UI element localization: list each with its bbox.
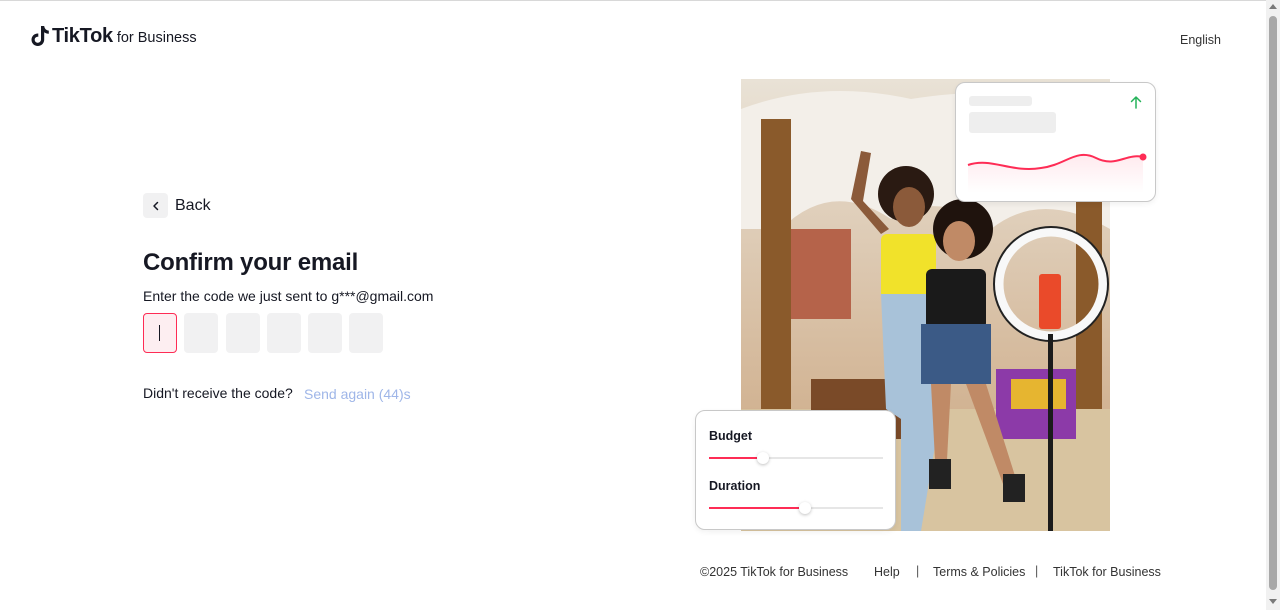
scroll-up-icon[interactable]	[1269, 4, 1277, 9]
code-digit-5[interactable]	[308, 313, 343, 353]
back-label: Back	[175, 196, 211, 214]
budget-slider-knob	[757, 452, 769, 464]
footer-separator: |	[916, 564, 920, 578]
arrow-up-icon	[1130, 96, 1142, 109]
code-digit-6[interactable]	[349, 313, 384, 353]
top-border	[0, 0, 1280, 1]
footer-link-tiktok-business[interactable]: TikTok for Business	[1053, 565, 1161, 579]
brand-sub: for Business	[116, 30, 197, 46]
send-again-link[interactable]: Send again (44)s	[304, 386, 411, 402]
budget-slider	[709, 452, 883, 464]
footer-separator: |	[1035, 564, 1039, 578]
code-digit-3[interactable]	[225, 313, 260, 353]
placeholder-bar	[969, 96, 1032, 106]
footer-link-terms[interactable]: Terms & Policies	[933, 565, 1025, 579]
duration-label: Duration	[709, 479, 761, 493]
budget-slider-fill	[709, 457, 763, 459]
footer-link-help[interactable]: Help	[874, 565, 900, 579]
page-title: Confirm your email	[143, 249, 359, 276]
budget-label: Budget	[709, 429, 753, 443]
duration-slider-knob	[799, 502, 811, 514]
budget-duration-card: Budget Duration	[695, 410, 896, 530]
chevron-left-icon	[152, 201, 158, 210]
duration-slider	[709, 502, 883, 514]
trend-card	[955, 82, 1156, 202]
tiktok-for-business-logo[interactable]: TikTok for Business	[30, 25, 197, 48]
resend-row: Didn't receive the code? Send again (44)…	[143, 385, 411, 402]
brand-name: TikTok	[52, 25, 113, 47]
text-caret	[159, 325, 160, 341]
code-digit-1[interactable]	[143, 313, 177, 353]
scroll-down-icon[interactable]	[1269, 599, 1277, 604]
language-selector[interactable]: English	[1180, 33, 1221, 47]
tiktok-note-icon	[31, 26, 49, 46]
code-instructions: Enter the code we just sent to g***@gmai…	[143, 288, 434, 304]
back-button[interactable]: Back	[143, 193, 211, 218]
placeholder-bar	[969, 112, 1056, 133]
resend-question: Didn't receive the code?	[143, 385, 293, 401]
footer-copyright: ©2025 TikTok for Business	[700, 565, 849, 579]
verification-code-input[interactable]	[143, 313, 391, 353]
scroll-thumb[interactable]	[1269, 16, 1277, 590]
back-icon-box[interactable]	[143, 193, 168, 218]
trend-line-chart	[967, 153, 1147, 193]
code-digit-2[interactable]	[184, 313, 219, 353]
duration-slider-fill	[709, 507, 805, 509]
code-digit-4[interactable]	[266, 313, 301, 353]
page-scrollbar[interactable]	[1266, 0, 1280, 610]
